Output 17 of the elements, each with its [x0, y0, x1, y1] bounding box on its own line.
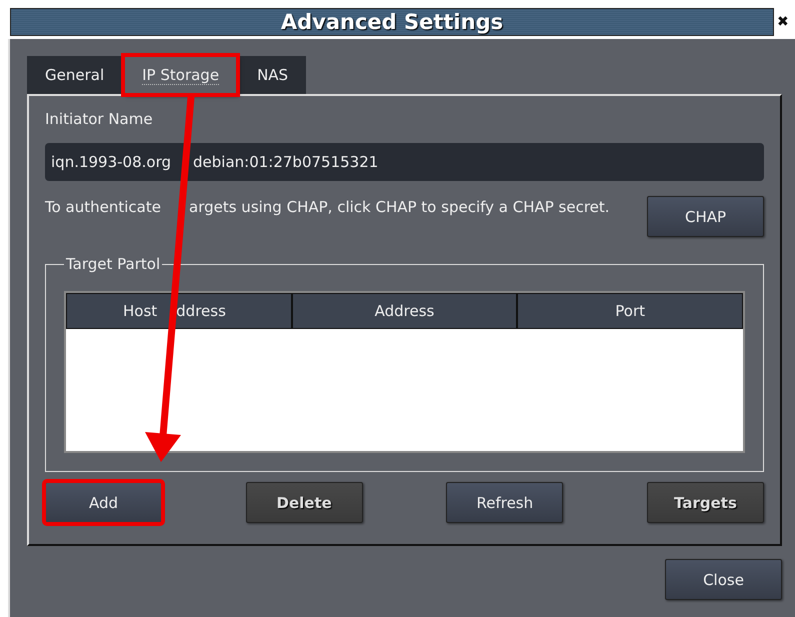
close-button[interactable]: Close: [665, 559, 782, 600]
tab[interactable]: IP Storage: [124, 56, 238, 94]
close-icon[interactable]: ✖: [777, 15, 789, 29]
column-header[interactable]: Address: [292, 293, 518, 329]
group-title: Target Partol: [65, 255, 162, 273]
chap-button[interactable]: CHAP: [647, 196, 764, 237]
tab[interactable]: NAS: [239, 56, 306, 94]
chap-description: argets using CHAP, click CHAP to specify a CHAP secret.: [189, 198, 610, 216]
window-title: Advanced Settings: [10, 8, 774, 36]
action-button[interactable]: Add: [45, 482, 162, 523]
tab[interactable]: General: [27, 56, 122, 94]
column-header[interactable]: Port: [517, 293, 743, 329]
initiator-name-field[interactable]: iqn.1993-08.org debian:01:27b07515321: [45, 143, 764, 181]
column-header[interactable]: Host ddress: [66, 293, 292, 329]
chap-description: To authenticate: [45, 197, 162, 218]
field-label: Initiator Name: [45, 110, 154, 128]
action-button[interactable]: Refresh: [446, 482, 564, 523]
